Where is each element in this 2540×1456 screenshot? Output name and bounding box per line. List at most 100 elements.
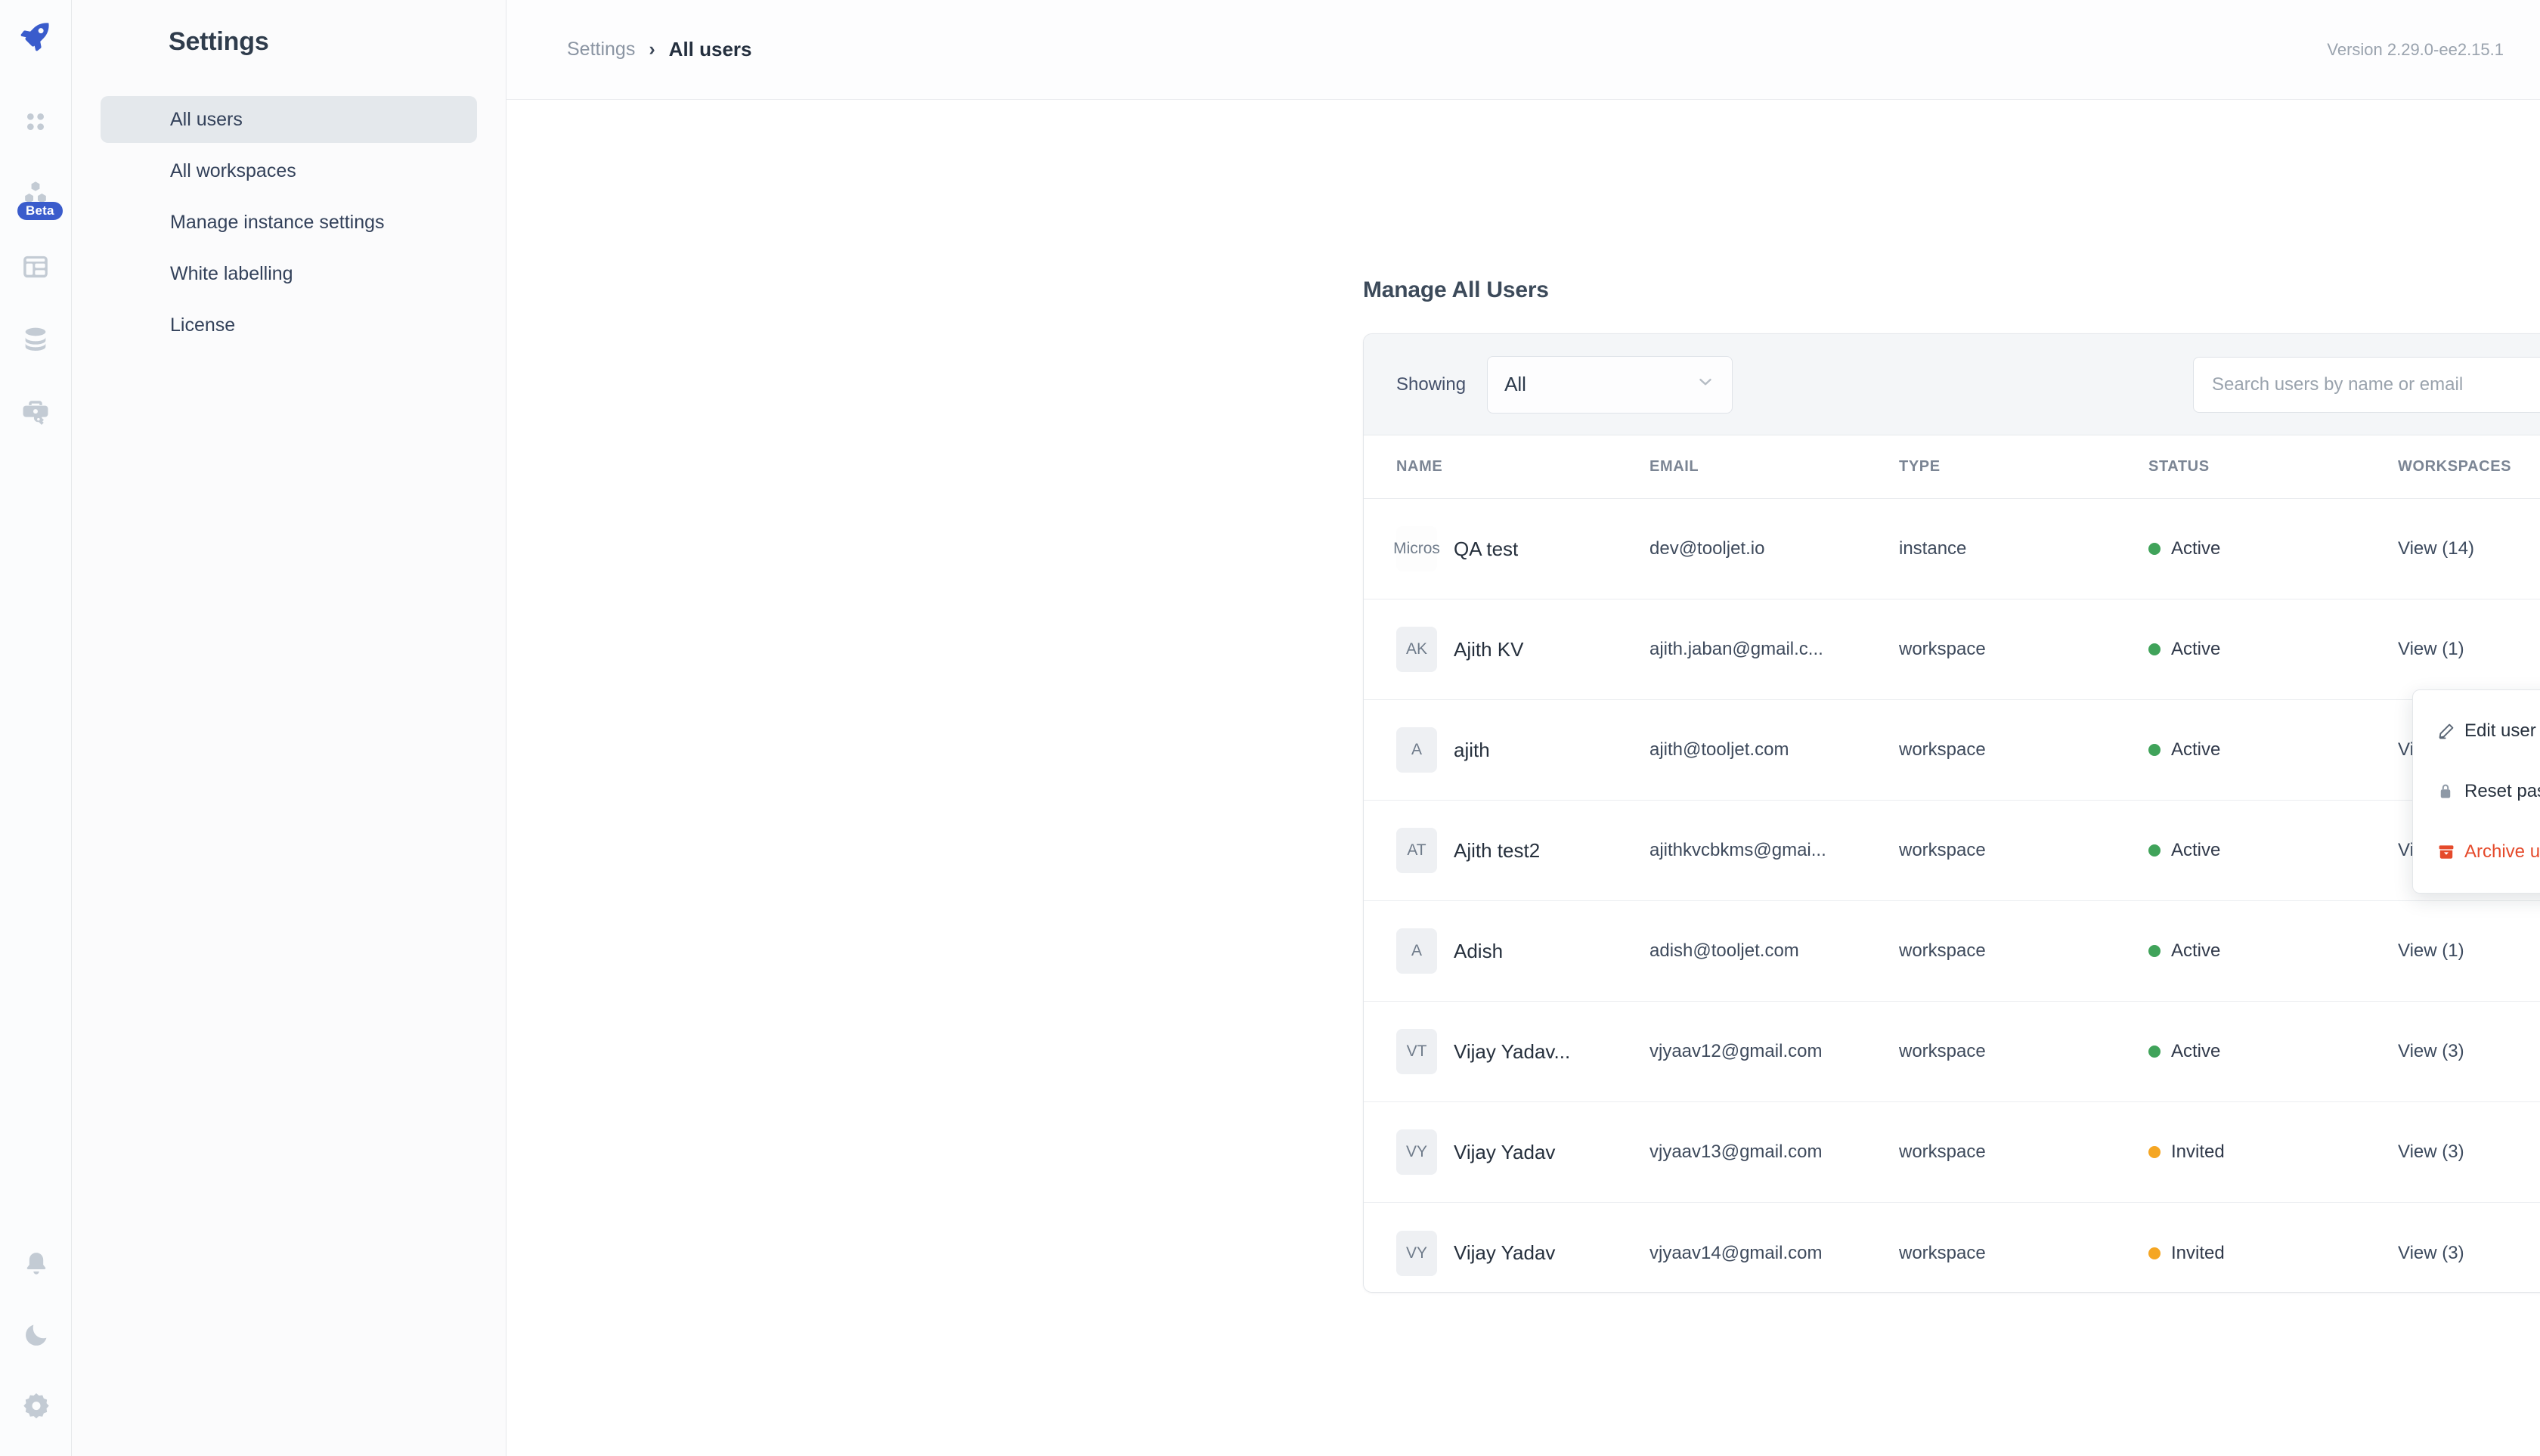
table-row[interactable]: A Adish adish@tooljet.com workspace Acti… — [1364, 901, 2540, 1002]
cell-type: workspace — [1899, 639, 2148, 660]
notification-bell-icon — [22, 1250, 51, 1282]
user-name: Vijay Yadav — [1454, 1141, 1555, 1164]
dark-mode-moon-icon — [22, 1321, 51, 1353]
breadcrumb-current: All users — [669, 38, 752, 61]
rail-item-access[interactable] — [14, 392, 57, 435]
status-badge: Invited — [2171, 1142, 2225, 1163]
rail-item-apps[interactable] — [14, 102, 57, 144]
cell-type: instance — [1899, 538, 2148, 559]
rail-item-dark-mode[interactable] — [15, 1315, 57, 1358]
settings-nav-list: All users All workspaces Manage instance… — [72, 96, 506, 349]
cell-status: Active — [2148, 538, 2398, 559]
page-title: Manage All Users — [1363, 277, 1549, 303]
cell-name: A Adish — [1396, 928, 1649, 974]
cell-type: workspace — [1899, 1243, 2148, 1264]
status-badge: Active — [2171, 1041, 2220, 1062]
avatar: VT — [1396, 1029, 1437, 1074]
cell-status: Active — [2148, 1041, 2398, 1062]
rocket-logo-icon[interactable] — [19, 20, 52, 57]
sidebar-item-license[interactable]: License — [101, 302, 477, 349]
menu-item-archive-user[interactable]: Archive user — [2413, 822, 2540, 882]
avatar: A — [1396, 727, 1437, 773]
table-row[interactable]: VY Vijay Yadav vjyaav14@gmail.com worksp… — [1364, 1203, 2540, 1293]
cell-email: ajith@tooljet.com — [1649, 739, 1899, 761]
rail-item-settings[interactable] — [15, 1386, 57, 1429]
menu-item-reset-password[interactable]: Reset password — [2413, 761, 2540, 822]
rail-item-workflows[interactable]: Beta — [14, 175, 57, 217]
cell-email: dev@tooljet.io — [1649, 538, 1899, 559]
status-badge: Active — [2171, 840, 2220, 861]
workspaces-view-link[interactable]: View (1) — [2398, 940, 2464, 961]
table-row[interactable]: Micros QA test dev@tooljet.io instance A… — [1364, 499, 2540, 599]
cell-type: workspace — [1899, 1142, 2148, 1163]
cell-status: Invited — [2148, 1243, 2398, 1264]
workspaces-view-link[interactable]: View (3) — [2398, 1142, 2464, 1162]
settings-title: Settings — [72, 27, 506, 57]
sidebar-item-white-labelling[interactable]: White labelling — [101, 250, 477, 297]
cell-workspaces: View (1) — [2398, 940, 2540, 962]
column-header-workspaces: WORKSPACES — [2398, 458, 2540, 476]
cell-name: AK Ajith KV — [1396, 627, 1649, 672]
cell-name: VT Vijay Yadav... — [1396, 1029, 1649, 1074]
user-name: QA test — [1454, 537, 1518, 561]
status-badge: Active — [2171, 739, 2220, 761]
beta-badge: Beta — [17, 202, 63, 220]
cell-email: vjyaav14@gmail.com — [1649, 1243, 1899, 1264]
layout-template-icon — [20, 252, 51, 286]
menu-item-edit-user-details[interactable]: Edit user details — [2413, 701, 2540, 761]
cell-email: vjyaav13@gmail.com — [1649, 1142, 1899, 1163]
user-name: ajith — [1454, 739, 1490, 762]
cell-workspaces: View (14) — [2398, 538, 2540, 559]
workspaces-view-link[interactable]: View (1) — [2398, 639, 2464, 659]
cell-status: Active — [2148, 639, 2398, 660]
status-dot — [2148, 844, 2161, 857]
status-dot — [2148, 1046, 2161, 1058]
apps-grid-icon — [20, 107, 51, 141]
table-row[interactable]: VY Vijay Yadav vjyaav13@gmail.com worksp… — [1364, 1102, 2540, 1203]
column-header-type: TYPE — [1899, 458, 2148, 476]
avatar: VY — [1396, 1231, 1437, 1276]
workspaces-view-link[interactable]: View (3) — [2398, 1041, 2464, 1061]
table-row[interactable]: VT Vijay Yadav... vjyaav12@gmail.com wor… — [1364, 1002, 2540, 1102]
sidebar-item-all-users[interactable]: All users — [101, 96, 477, 143]
users-toolbar: Showing All — [1364, 334, 2540, 435]
cell-email: ajith.jaban@gmail.c... — [1649, 639, 1899, 660]
status-dot — [2148, 744, 2161, 756]
toolbox-key-icon — [20, 396, 51, 432]
table-row[interactable]: AT Ajith test2 ajithkvcbkms@gmai... work… — [1364, 801, 2540, 901]
table-header-row: NAME EMAIL TYPE STATUS WORKSPACES — [1364, 435, 2540, 499]
rail-item-database[interactable] — [14, 320, 57, 362]
user-name: Adish — [1454, 940, 1503, 963]
table-row[interactable]: AK Ajith KV ajith.jaban@gmail.c... works… — [1364, 599, 2540, 700]
sidebar-item-manage-instance-settings[interactable]: Manage instance settings — [101, 199, 477, 246]
column-header-email: EMAIL — [1649, 458, 1899, 476]
cell-name: AT Ajith test2 — [1396, 828, 1649, 873]
status-badge: Active — [2171, 538, 2220, 559]
showing-filter-select[interactable]: All — [1487, 356, 1733, 414]
showing-label: Showing — [1396, 374, 1466, 395]
status-dot — [2148, 945, 2161, 957]
cell-name: Micros QA test — [1396, 526, 1649, 572]
workspaces-view-link[interactable]: View (14) — [2398, 538, 2474, 559]
search-input[interactable] — [2193, 357, 2540, 413]
workspaces-view-link[interactable]: View (3) — [2398, 1243, 2464, 1263]
cell-email: vjyaav12@gmail.com — [1649, 1041, 1899, 1062]
showing-filter-value: All — [1504, 373, 1526, 396]
status-dot — [2148, 1247, 2161, 1259]
cell-email: ajithkvcbkms@gmai... — [1649, 840, 1899, 861]
column-header-status: STATUS — [2148, 458, 2398, 476]
rail-item-notifications[interactable] — [15, 1244, 57, 1287]
status-dot — [2148, 643, 2161, 655]
cell-workspaces: View (1) — [2398, 639, 2540, 660]
table-row[interactable]: A ajith ajith@tooljet.com workspace Acti… — [1364, 700, 2540, 801]
cell-type: workspace — [1899, 940, 2148, 962]
breadcrumb: Settings › All users — [567, 38, 752, 61]
sidebar-item-all-workspaces[interactable]: All workspaces — [101, 147, 477, 194]
status-badge: Active — [2171, 639, 2220, 660]
cell-name: A ajith — [1396, 727, 1649, 773]
breadcrumb-root[interactable]: Settings — [567, 39, 635, 60]
rail-bottom-group — [0, 1244, 72, 1429]
rail-item-templates[interactable] — [14, 247, 57, 290]
topbar: Settings › All users Version 2.29.0-ee2.… — [506, 0, 2540, 100]
version-label: Version 2.29.0-ee2.15.1 — [2327, 40, 2504, 60]
